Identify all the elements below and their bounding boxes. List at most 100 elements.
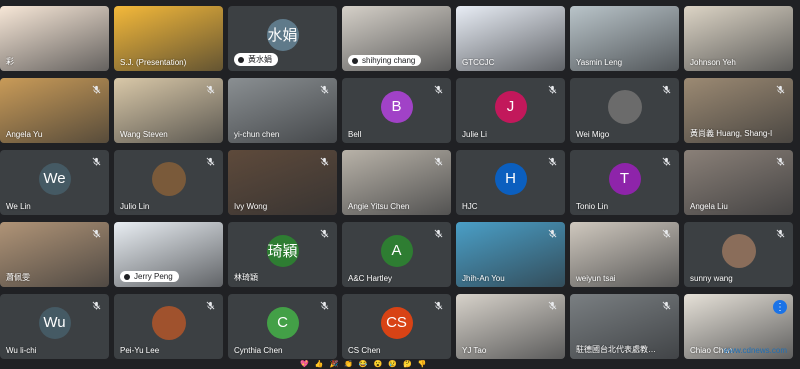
participant-tile[interactable]: 駐德國台北代表處教育組 [570,294,679,359]
participant-name-text: 蕭佩雯 [6,273,30,282]
participant-name-text: GTCCJC [462,58,495,67]
participant-name: HJC [462,202,478,211]
mic-off-icon [124,273,130,280]
participant-tile[interactable]: GTCCJC [456,6,565,71]
participant-name: Julio Lin [120,202,149,211]
mic-off-icon [548,229,557,238]
participant-avatar: 琦穎 [266,234,299,267]
participant-tile[interactable]: 黃尚義 Huang, Shang-I [684,78,793,143]
participant-name-text: 黃尚義 Huang, Shang-I [690,129,773,138]
participant-tile[interactable]: Ivy Wong [228,150,337,215]
participant-name-text: Jerry Peng [134,272,173,281]
reaction-bar: 💖 👍 🎉 👏 😂 😮 😢 🤔 👎 [300,361,426,369]
mic-off-icon [548,301,557,310]
participant-tile[interactable]: S.J. (Presentation) [114,6,223,71]
mic-off-icon [776,85,785,94]
participant-tile[interactable]: C Cynthia Chen [228,294,337,359]
participant-name-text: Wang Steven [120,130,168,139]
participant-name-text: 駐德國台北代表處教育組 [576,345,664,354]
mic-off-icon [92,301,101,310]
participant-name-text: yi-chun chen [234,130,280,139]
participant-avatar [607,89,642,124]
participant-tile[interactable]: Yasmin Leng [570,6,679,71]
participant-tile[interactable]: Chiao Chen ⋮ www.cdnews.com [684,294,793,359]
participant-name: Ivy Wong [234,202,267,211]
participant-tile[interactable]: weiyun tsai [570,222,679,287]
participant-tile[interactable]: 水娟 黃水娟 [228,6,337,71]
more-vert-icon[interactable]: ⋮ [773,300,787,314]
mic-off-icon [206,301,215,310]
reaction-emoji[interactable]: 🎉 [329,361,338,369]
reaction-emoji[interactable]: 💖 [300,361,309,369]
participant-tile[interactable]: Jerry Peng [114,222,223,287]
mic-off-icon [92,85,101,94]
participant-tile[interactable]: Johnson Yeh [684,6,793,71]
participant-tile[interactable]: yi-chun chen [228,78,337,143]
participant-name-text: Angela Liu [690,202,728,211]
mic-off-icon [320,85,329,94]
participant-name: Cynthia Chen [234,346,282,355]
participant-tile[interactable]: Angela Liu [684,150,793,215]
participant-tile[interactable]: J Julie Li [456,78,565,143]
participant-tile[interactable]: YJ Tao [456,294,565,359]
participant-avatar [151,161,186,196]
participant-tile[interactable]: Wang Steven [114,78,223,143]
participant-name: 彩 [6,56,14,67]
participant-name: S.J. (Presentation) [120,58,186,67]
mic-off-icon [320,301,329,310]
reaction-emoji[interactable]: 😢 [388,361,397,369]
mic-off-icon [206,85,215,94]
participant-name: GTCCJC [462,58,494,67]
participant-tile[interactable]: Julio Lin [114,150,223,215]
participant-avatar [721,233,756,268]
mic-off-icon [434,229,443,238]
participant-tile[interactable]: H HJC [456,150,565,215]
mic-off-icon [662,301,671,310]
participant-name: sunny wang [690,274,733,283]
participant-avatar: B [380,90,413,123]
participant-name-text: 黃水娟 [248,55,272,64]
participant-avatar: C [266,306,299,339]
participant-name-text: Ivy Wong [234,202,268,211]
participant-tile[interactable]: Pei-Yu Lee [114,294,223,359]
participant-tile[interactable]: Jhih-An You [456,222,565,287]
participant-tile[interactable]: Angela Yu [0,78,109,143]
participant-tile[interactable]: Wei Migo [570,78,679,143]
participant-name: Angie Yitsu Chen [348,202,409,211]
participant-name-text: HJC [462,202,478,211]
participant-tile[interactable]: 彩 [0,6,109,71]
participant-tile[interactable]: Angie Yitsu Chen [342,150,451,215]
reaction-emoji[interactable]: 👍 [315,361,324,369]
participant-tile[interactable]: T Tonio Lin [570,150,679,215]
participant-tile[interactable]: 琦穎 林琦穎 [228,222,337,287]
participant-name-text: Angela Yu [6,130,43,139]
participant-tile[interactable]: We We Lin [0,150,109,215]
reaction-emoji[interactable]: 🤔 [403,361,412,369]
participant-name-text: weiyun tsai [576,274,616,283]
participant-tile[interactable]: sunny wang [684,222,793,287]
participant-tile[interactable]: shihying chang [342,6,451,71]
participant-tile[interactable]: B Bell [342,78,451,143]
participant-tile[interactable]: CS CS Chen [342,294,451,359]
reaction-emoji[interactable]: 👎 [418,361,427,369]
participant-name-text: We Lin [6,202,31,211]
participant-name: Pei-Yu Lee [120,346,159,355]
watermark-text: www.cdnews.com [723,346,787,355]
mic-off-icon [662,229,671,238]
participant-name: CS Chen [348,346,380,355]
reaction-emoji[interactable]: 👏 [344,361,353,369]
participant-name-text: 林琦穎 [234,273,258,282]
reaction-emoji[interactable]: 😮 [374,361,383,369]
participant-tile[interactable]: 蕭佩雯 [0,222,109,287]
mic-off-icon [434,301,443,310]
participant-name: 蕭佩雯 [6,272,30,283]
participant-avatar: T [608,162,641,195]
participant-name-text: Tonio Lin [576,202,609,211]
participant-name-text: S.J. (Presentation) [120,58,187,67]
participant-tile[interactable]: A A&C Hartley [342,222,451,287]
participant-name: Bell [348,130,361,139]
mic-off-icon [238,56,244,63]
participant-avatar: J [494,90,527,123]
reaction-emoji[interactable]: 😂 [359,361,368,369]
participant-tile[interactable]: Wu Wu li-chi [0,294,109,359]
